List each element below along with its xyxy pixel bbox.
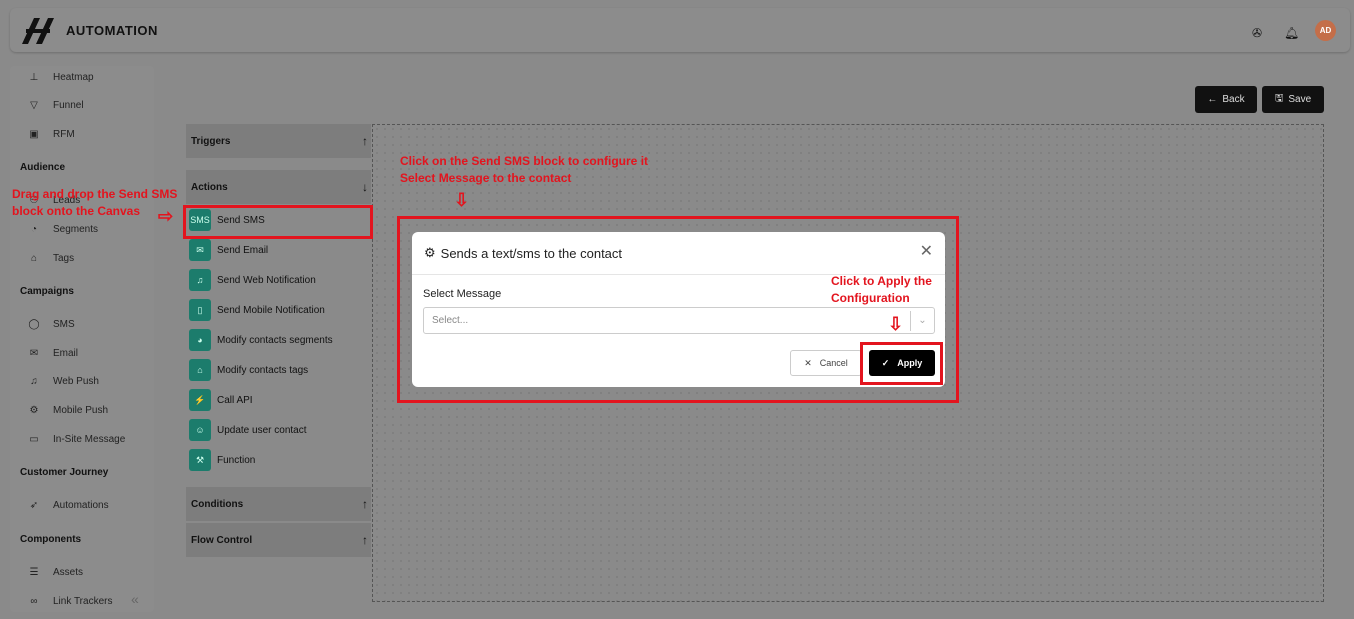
- sidebar-item-assets[interactable]: ☰ Assets: [28, 564, 84, 580]
- app-logo-icon[interactable]: [20, 16, 56, 46]
- action-call-api[interactable]: ⚡ Call API: [189, 389, 253, 411]
- bell-icon[interactable]: 🔔︎: [1284, 26, 1299, 40]
- action-update-user-contact[interactable]: ☺ Update user contact: [189, 419, 307, 441]
- sidebar-heading-audience: Audience: [20, 162, 66, 173]
- collapse-sidebar-icon[interactable]: «: [131, 591, 139, 607]
- sidebar-heading-customer-journey: Customer Journey: [20, 467, 109, 478]
- database-icon: ☰: [29, 566, 39, 578]
- message-icon: ▭: [29, 433, 39, 445]
- arrow-right-icon: ⇨: [158, 206, 174, 226]
- sidebar-item-sms[interactable]: ◯ SMS: [28, 316, 74, 332]
- arrow-up-icon: ↑: [362, 497, 368, 511]
- action-send-mobile-notification[interactable]: ▯ Send Mobile Notification: [189, 299, 325, 321]
- sidebar-heading-components: Components: [20, 534, 82, 545]
- action-modify-contacts-segments[interactable]: ◕ Modify contacts segments: [189, 329, 333, 351]
- sidebar-item-segments[interactable]: ◔ Segments: [28, 221, 98, 237]
- annotation-drag: Drag and drop the Send SMS block onto th…: [12, 187, 178, 218]
- contact-icon: ☺: [189, 419, 211, 441]
- sidebar-heading-campaigns: Campaigns: [20, 286, 74, 297]
- sidebar-item-rfm[interactable]: ▣ RFM: [28, 126, 74, 142]
- pie-icon: ◕: [189, 329, 211, 351]
- sidebar-item-mobile-push[interactable]: ⚙ Mobile Push: [28, 402, 109, 418]
- heatmap-icon: ⊥: [29, 71, 39, 83]
- bell-icon: ♫: [30, 375, 38, 387]
- sidebar-item-link-trackers[interactable]: ∞ Link Trackers: [28, 593, 112, 609]
- mobile-icon: ▯: [189, 299, 211, 321]
- annotation-click: Click on the Send SMS block to configure…: [400, 154, 649, 185]
- annotation-apply: Click to Apply the Configuration: [831, 274, 932, 305]
- triggers-section-header[interactable]: Triggers ↑: [186, 124, 371, 158]
- arrow-up-icon: ↑: [362, 134, 368, 148]
- highlight-send-sms: [183, 205, 373, 239]
- sidebar-item-email[interactable]: ✉ Email: [28, 345, 78, 361]
- tag-icon: ⌂: [189, 359, 211, 381]
- sidebar-item-heatmap[interactable]: ⊥ Heatmap: [28, 69, 94, 85]
- action-function[interactable]: ⚒ Function: [189, 449, 255, 471]
- back-button[interactable]: ← Back: [1195, 86, 1257, 113]
- actions-section-header[interactable]: Actions ↓: [186, 170, 371, 204]
- flow-control-section-header[interactable]: Flow Control ↑: [186, 523, 371, 557]
- sidebar: ⊥ Heatmap ▽ Funnel ▣ RFM Audience ⚇ Leads ◔ S…: [10, 66, 154, 612]
- sidebar-item-in-site-message[interactable]: ▭ In-Site Message: [28, 431, 125, 447]
- help-icon[interactable]: ✇: [1252, 26, 1262, 40]
- rfm-icon: ▣: [29, 128, 39, 140]
- tag-icon: ⌂: [30, 252, 38, 264]
- arrow-down-icon: ⇩: [888, 314, 904, 334]
- action-send-email[interactable]: ✉ Send Email: [189, 239, 268, 261]
- mail-icon: ✉: [29, 347, 39, 359]
- sidebar-item-web-push[interactable]: ♫ Web Push: [28, 373, 99, 389]
- save-icon: 🖫︎: [1274, 93, 1284, 104]
- mail-icon: ✉: [189, 239, 211, 261]
- arrow-left-icon: ←: [1207, 94, 1218, 105]
- rocket-icon: ➶: [29, 499, 39, 511]
- arrow-up-icon: ↑: [362, 533, 368, 547]
- chat-icon: ◯: [28, 318, 40, 330]
- sidebar-item-funnel[interactable]: ▽ Funnel: [28, 97, 83, 113]
- funnel-icon: ▽: [30, 99, 38, 111]
- bell-icon: ♫: [189, 269, 211, 291]
- action-send-web-notification[interactable]: ♫ Send Web Notification: [189, 269, 316, 291]
- blocks-panel: Triggers ↑ Actions ↓ SMS Send SMS ✉ Send Ema…: [186, 124, 371, 558]
- link-icon: ∞: [30, 595, 38, 607]
- save-button[interactable]: 🖫︎ Save: [1262, 86, 1324, 113]
- sidebar-item-automations[interactable]: ➶ Automations: [28, 497, 109, 513]
- action-modify-contacts-tags[interactable]: ⌂ Modify contacts tags: [189, 359, 308, 381]
- hammer-icon: ⚒: [189, 449, 211, 471]
- app-title: AUTOMATION: [66, 23, 158, 38]
- gear-icon: ⚙: [29, 404, 39, 416]
- arrow-down-icon: ⇩: [454, 190, 470, 210]
- pie-icon: ◔: [30, 223, 38, 235]
- arrow-down-icon: ↓: [362, 180, 368, 194]
- highlight-apply: [860, 342, 943, 385]
- conditions-section-header[interactable]: Conditions ↑: [186, 487, 371, 521]
- top-header: AUTOMATION ✇ 🔔︎ AD: [10, 8, 1350, 52]
- avatar[interactable]: AD: [1315, 20, 1336, 41]
- plug-icon: ⚡: [189, 389, 211, 411]
- sidebar-item-tags[interactable]: ⌂ Tags: [28, 250, 74, 266]
